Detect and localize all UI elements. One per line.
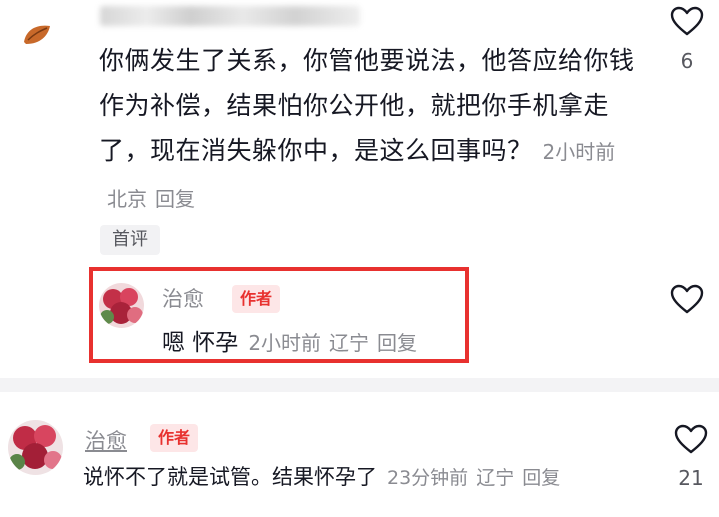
author-reply-meta: 2小时前 辽宁 回复 bbox=[238, 331, 417, 355]
author-reply-location: 辽宁 bbox=[329, 331, 370, 355]
bottom-comment-like-button[interactable] bbox=[674, 424, 708, 458]
top-comment-body: 你俩发生了关系，你管他要说法，他答应给你钱作为补偿，结果怕你公开他，就把你手机拿… bbox=[99, 38, 639, 222]
first-comment-tag: 首评 bbox=[100, 225, 160, 255]
bottom-author-badge: 作者 bbox=[150, 424, 199, 452]
bottom-comment-body: 说怀不了就是试管。结果怀孕了 23分钟前 辽宁 回复 bbox=[83, 461, 560, 491]
author-name[interactable]: 治愈 bbox=[162, 283, 204, 313]
author-reply-reply-button[interactable]: 回复 bbox=[377, 331, 417, 355]
bottom-commenter-name[interactable]: 治愈 bbox=[85, 425, 127, 455]
leaf-avatar-icon bbox=[24, 25, 50, 44]
top-comment-like-count: 6 bbox=[680, 49, 694, 73]
bottom-commenter-avatar[interactable] bbox=[8, 420, 63, 475]
top-comment-time: 2小时前 bbox=[542, 140, 616, 164]
author-reply-body: 嗯 怀孕 2小时前 辽宁 回复 bbox=[162, 323, 417, 357]
top-comment-reply-button[interactable]: 回复 bbox=[155, 187, 195, 211]
bottom-comment-like-count: 21 bbox=[678, 466, 704, 490]
bottom-comment-text: 说怀不了就是试管。结果怀孕了 bbox=[83, 465, 377, 489]
bottom-comment-reply-button[interactable]: 回复 bbox=[522, 467, 560, 489]
author-avatar[interactable] bbox=[99, 283, 144, 328]
top-commenter-avatar[interactable] bbox=[22, 22, 52, 46]
heart-outline-icon bbox=[670, 284, 704, 314]
heart-outline-icon bbox=[670, 6, 704, 36]
top-comment-location: 北京 bbox=[107, 187, 147, 211]
section-divider bbox=[0, 378, 719, 392]
author-reply-text: 嗯 怀孕 bbox=[162, 330, 239, 356]
top-comment-like-button[interactable] bbox=[670, 6, 704, 40]
blurred-username bbox=[100, 6, 360, 26]
bottom-comment-time: 23分钟前 bbox=[387, 467, 469, 489]
author-reply-like-button[interactable] bbox=[670, 284, 704, 318]
author-reply-time: 2小时前 bbox=[248, 331, 322, 355]
bottom-comment-location: 辽宁 bbox=[476, 467, 515, 489]
bottom-comment-meta: 23分钟前 辽宁 回复 bbox=[377, 467, 560, 489]
author-badge: 作者 bbox=[232, 285, 281, 313]
heart-outline-icon bbox=[674, 424, 708, 454]
